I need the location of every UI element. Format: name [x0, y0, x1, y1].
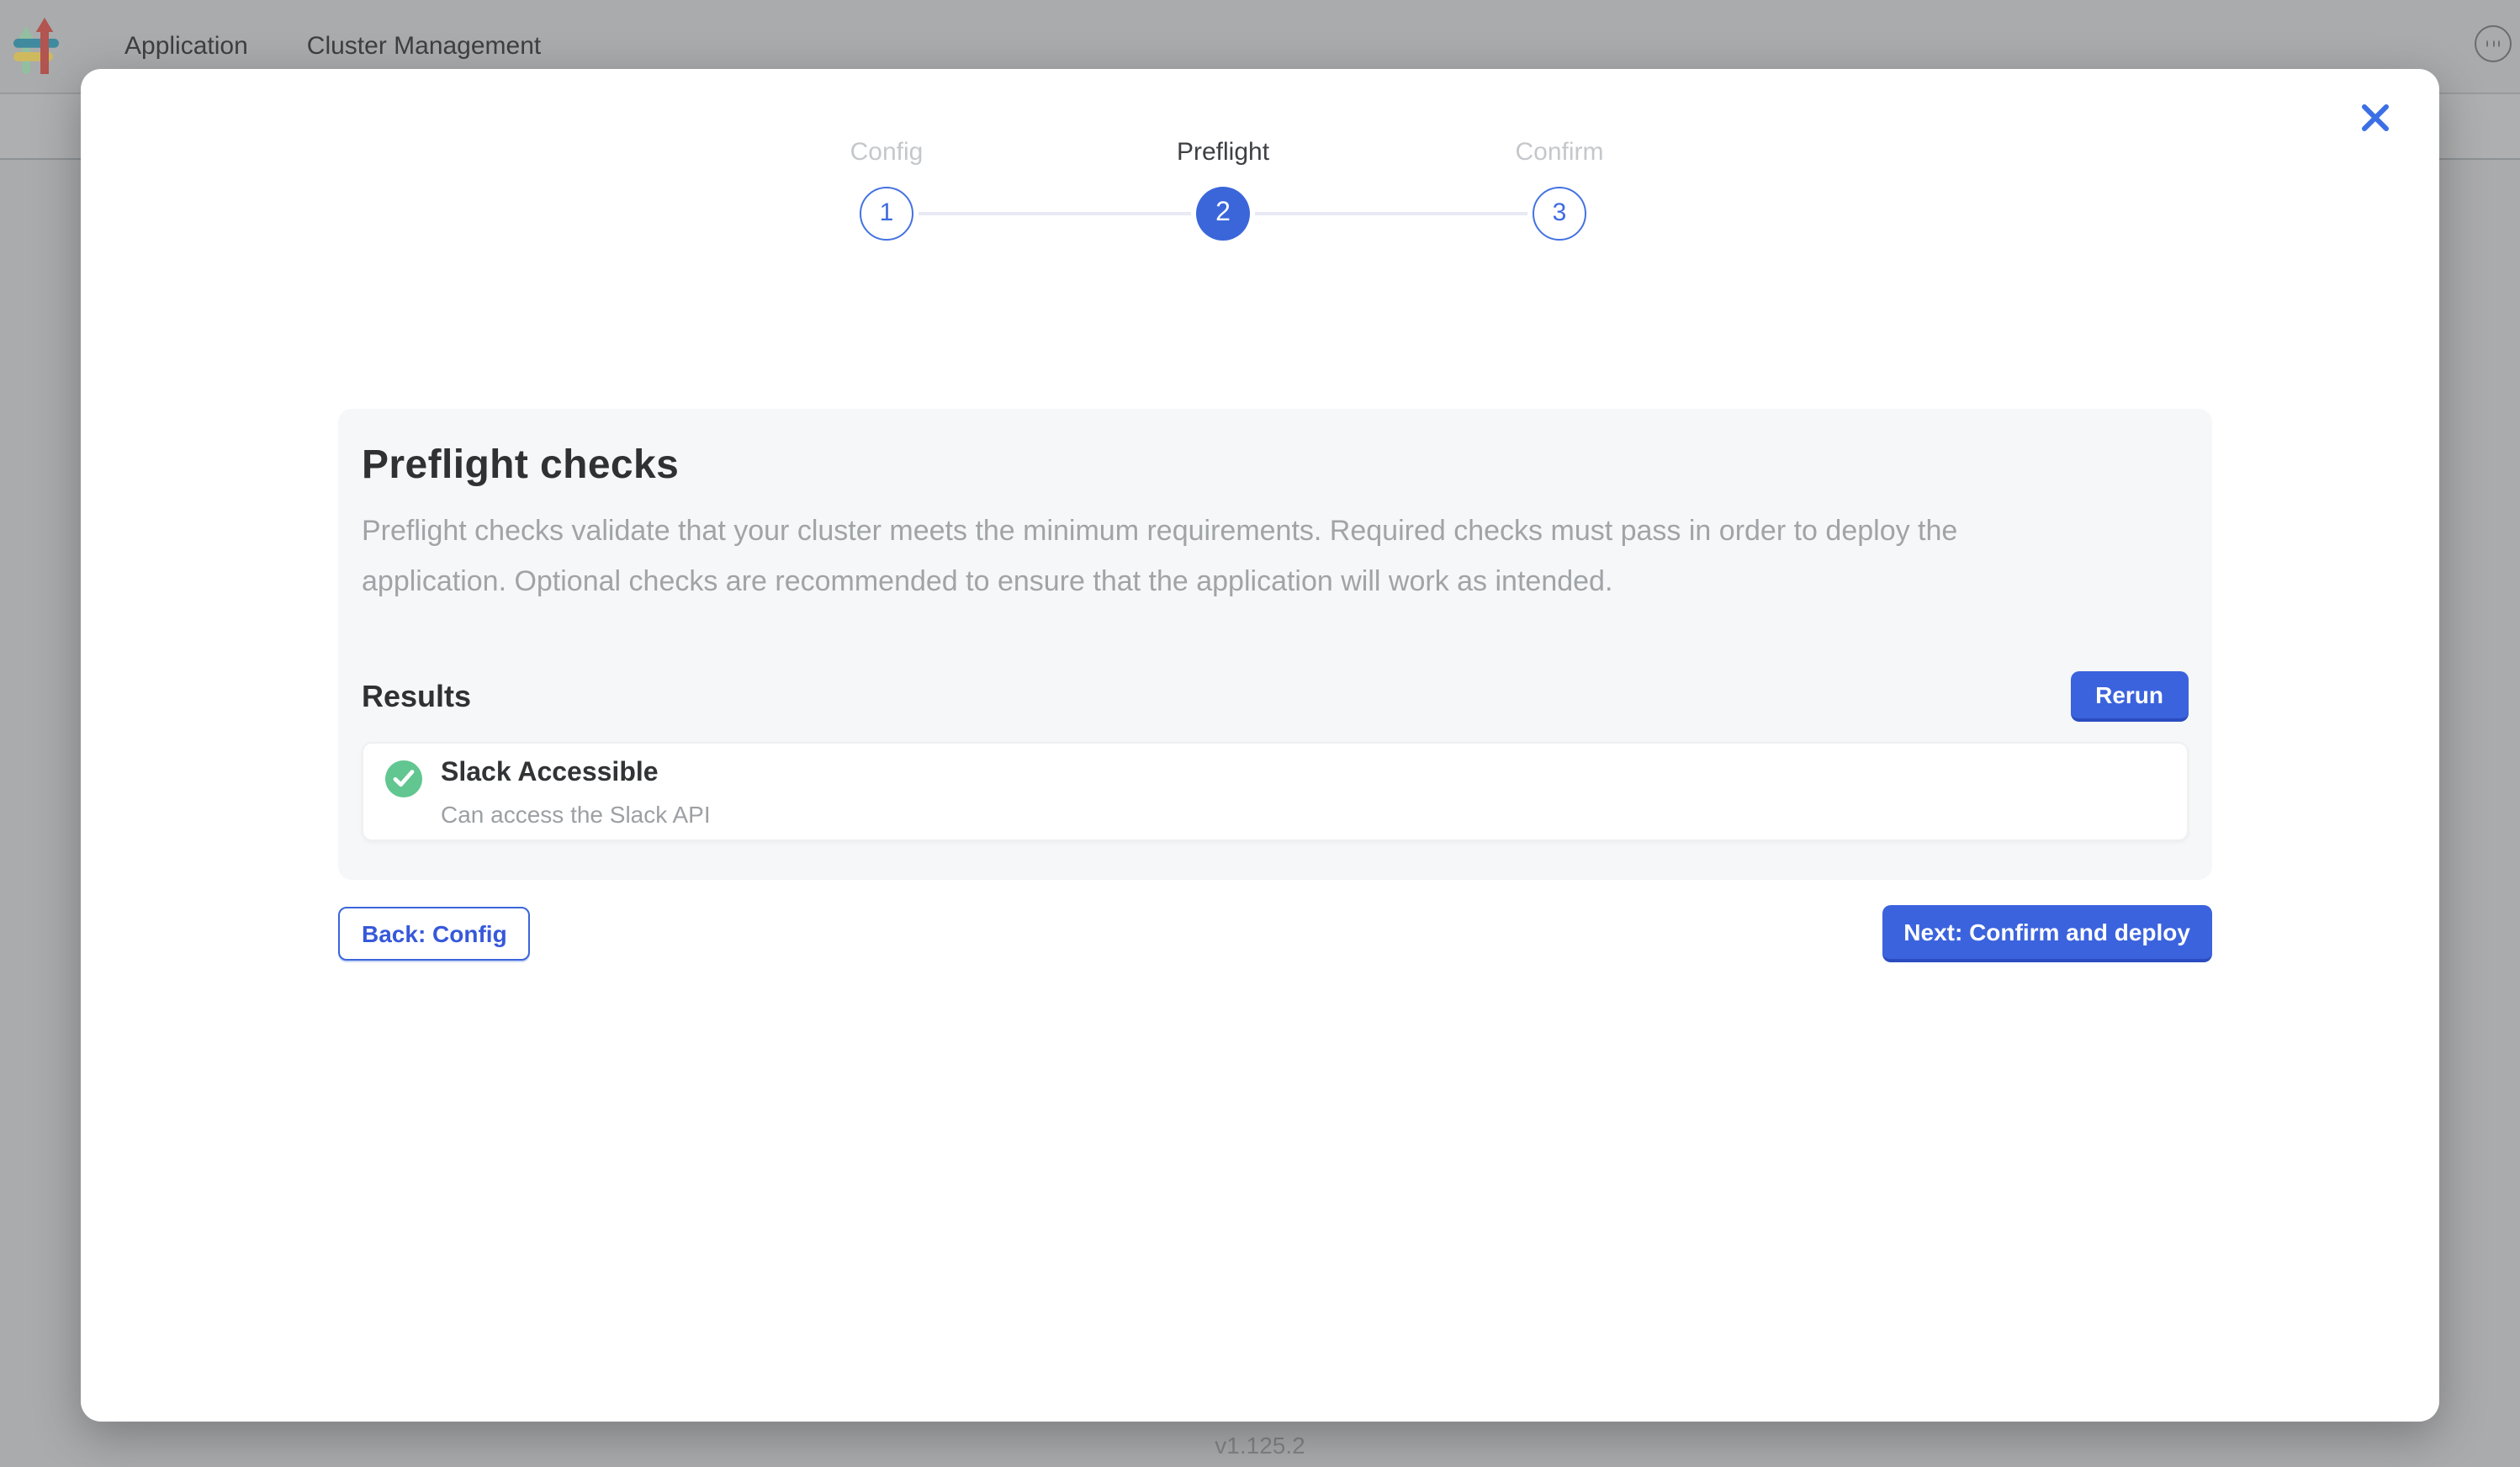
preflight-check-row: Slack Accessible Can access the Slack AP… [362, 742, 2189, 841]
wizard-actions: Back: Config Next: Confirm and deploy [338, 905, 2212, 962]
wizard-stepper: Config 1 Preflight 2 Confirm 3 [718, 138, 1728, 246]
results-heading: Results [362, 679, 471, 714]
step-label: Config [718, 138, 1055, 168]
ellipsis-dot [2492, 41, 2494, 47]
check-text: Slack Accessible Can access the Slack AP… [441, 755, 711, 828]
ellipsis-menu-icon[interactable] [2475, 25, 2512, 62]
results-header-row: Results Rerun [362, 671, 2189, 722]
app-viewport: Application Cluster Management v1.125.2 … [0, 0, 2520, 1467]
step-confirm: Confirm 3 [1391, 138, 1728, 241]
step-config: Config 1 [718, 138, 1055, 241]
nav-tab-cluster-management[interactable]: Cluster Management [307, 32, 541, 61]
app-version-label: v1.125.2 [0, 1432, 2520, 1459]
check-pass-icon [385, 760, 422, 797]
check-name: Slack Accessible [441, 755, 711, 792]
nav-tab-application[interactable]: Application [124, 32, 248, 61]
check-detail: Can access the Slack API [441, 801, 711, 828]
step-preflight: Preflight 2 [1055, 138, 1391, 241]
step-circle[interactable]: 3 [1533, 187, 1586, 241]
app-logo-icon [13, 17, 61, 74]
rerun-button[interactable]: Rerun [2070, 671, 2189, 722]
ellipsis-dot [2486, 41, 2488, 47]
step-label: Confirm [1391, 138, 1728, 168]
next-button[interactable]: Next: Confirm and deploy [1882, 905, 2212, 962]
deploy-wizard-modal: Config 1 Preflight 2 Confirm 3 Preflight… [81, 69, 2439, 1422]
preflight-panel: Preflight checks Preflight checks valida… [338, 409, 2212, 880]
close-icon[interactable] [2353, 96, 2397, 140]
ellipsis-dot [2498, 41, 2500, 47]
back-button[interactable]: Back: Config [338, 907, 531, 961]
panel-description: Preflight checks validate that your clus… [362, 506, 2019, 607]
step-circle[interactable]: 2 [1196, 187, 1250, 241]
step-circle[interactable]: 1 [860, 187, 913, 241]
step-label: Preflight [1055, 138, 1391, 168]
panel-title: Preflight checks [362, 442, 2189, 490]
